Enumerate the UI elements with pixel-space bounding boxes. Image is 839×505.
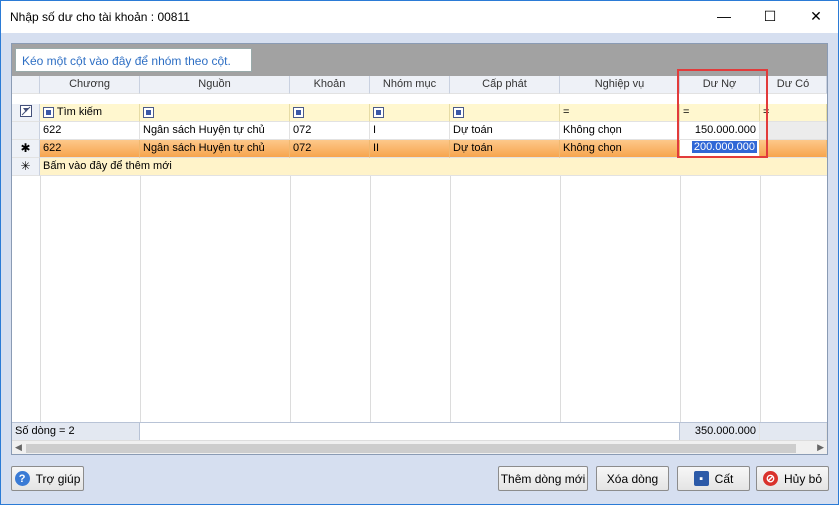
column-header-chuong[interactable]: Chương xyxy=(40,76,140,94)
column-header-khoan[interactable]: Khoản xyxy=(290,76,370,94)
cell-cap-phat[interactable]: Dự toán xyxy=(450,122,560,140)
cell-nguon[interactable]: Ngân sách Huyện tự chủ xyxy=(140,122,290,140)
footer-spacer xyxy=(140,423,680,441)
cell-du-co[interactable] xyxy=(760,122,827,140)
scroll-right-icon[interactable]: ▶ xyxy=(817,442,824,453)
add-row-button[interactable]: Thêm dòng mới xyxy=(498,466,588,491)
dialog-window: Nhập số dư cho tài khoản : 00811 — ☐ ✕ K… xyxy=(0,0,839,505)
filter-nguon[interactable] xyxy=(140,104,290,122)
total-du-co xyxy=(760,423,827,441)
filter-operator-icon[interactable] xyxy=(293,106,304,118)
floppy-disk-icon: ▪ xyxy=(693,471,709,486)
column-header-nghiep-vu[interactable]: Nghiệp vụ xyxy=(560,76,680,94)
grid-line xyxy=(290,140,291,422)
grid-line xyxy=(760,140,761,422)
minimize-button[interactable]: — xyxy=(701,1,747,31)
column-header-nhom-muc[interactable]: Nhóm mục xyxy=(370,76,450,94)
grid-line xyxy=(40,140,41,422)
window-title: Nhập số dư cho tài khoản : 00811 xyxy=(10,10,190,24)
cell-chuong[interactable]: 622 xyxy=(40,122,140,140)
total-du-no: 350.000.000 xyxy=(680,423,760,441)
filter-khoan[interactable] xyxy=(290,104,370,122)
grid-footer: Số dòng = 2 350.000.000 xyxy=(12,422,827,441)
close-button[interactable]: ✕ xyxy=(793,1,839,31)
group-panel-hint: Kéo một cột vào đây để nhóm theo cột. xyxy=(15,48,252,72)
new-row-asterisk-icon: ✳ xyxy=(12,158,40,176)
filter-operator-icon[interactable] xyxy=(453,106,464,118)
help-label: Trợ giúp xyxy=(35,471,81,486)
row-count: Số dòng = 2 xyxy=(12,423,140,441)
cell-nguon[interactable]: Ngân sách Huyện tự chủ xyxy=(140,140,290,158)
cell-nhom-muc[interactable]: I xyxy=(370,122,450,140)
filter-chuong[interactable]: Tìm kiếm xyxy=(40,104,140,122)
cell-khoan[interactable]: 072 xyxy=(290,122,370,140)
filter-equals-operator[interactable]: = xyxy=(563,106,569,118)
help-button[interactable]: ? Trợ giúp xyxy=(11,466,84,491)
cell-chuong[interactable]: 622 xyxy=(40,140,140,158)
cell-nghiep-vu[interactable]: Không chọn xyxy=(560,122,680,140)
cancel-label: Hủy bỏ xyxy=(783,471,823,486)
column-header-du-co[interactable]: Dư Có xyxy=(760,76,827,94)
cell-khoan[interactable]: 072 xyxy=(290,140,370,158)
delete-row-label: Xóa dòng xyxy=(606,471,659,486)
filter-cap-phat[interactable] xyxy=(450,104,560,122)
filter-du-co[interactable]: = xyxy=(760,104,827,122)
filter-operator-icon[interactable] xyxy=(143,106,154,118)
filter-operator-icon[interactable] xyxy=(373,106,384,118)
filter-search-label: Tìm kiếm xyxy=(56,106,103,118)
grid-line xyxy=(450,140,451,422)
filter-clear-icon[interactable] xyxy=(12,104,40,122)
cancel-icon: ⊘ xyxy=(762,471,778,486)
header-indicator xyxy=(12,76,40,94)
cell-nhom-muc[interactable]: II xyxy=(370,140,450,158)
row-indicator[interactable] xyxy=(12,122,40,140)
cancel-button[interactable]: ⊘ Hủy bỏ xyxy=(756,466,829,491)
delete-row-button[interactable]: Xóa dòng xyxy=(596,466,669,491)
cell-cap-phat[interactable]: Dự toán xyxy=(450,140,560,158)
grid-line xyxy=(560,140,561,422)
new-row[interactable]: ✳ Bấm vào đây để thêm mới xyxy=(12,158,827,176)
title-bar: Nhập số dư cho tài khoản : 00811 — ☐ ✕ xyxy=(1,1,838,33)
grid-line xyxy=(370,140,371,422)
cell-nghiep-vu[interactable]: Không chọn xyxy=(560,140,680,158)
column-header-nguon[interactable]: Nguồn xyxy=(140,76,290,94)
cell-du-co[interactable] xyxy=(760,140,827,158)
column-header-cap-phat[interactable]: Cấp phát xyxy=(450,76,560,94)
grid-line xyxy=(140,140,141,422)
filter-nhom-muc[interactable] xyxy=(370,104,450,122)
save-button[interactable]: ▪ Cất xyxy=(677,466,750,491)
save-label: Cất xyxy=(714,471,734,486)
horizontal-scrollbar[interactable]: ◀ ▶ xyxy=(12,440,827,454)
row-editing-indicator-icon[interactable]: ✱ xyxy=(12,140,40,158)
filter-nghiep-vu[interactable]: = xyxy=(560,104,680,122)
add-row-label: Thêm dòng mới xyxy=(500,471,586,486)
highlight-annotation-box xyxy=(677,69,768,158)
maximize-button[interactable]: ☐ xyxy=(747,1,793,31)
new-row-prompt[interactable]: Bấm vào đây để thêm mới xyxy=(40,158,827,176)
filter-operator-icon[interactable] xyxy=(43,106,54,118)
scroll-left-icon[interactable]: ◀ xyxy=(15,442,22,453)
scrollbar-thumb[interactable] xyxy=(26,444,796,453)
grid-line xyxy=(680,140,681,422)
help-icon: ? xyxy=(14,471,30,486)
